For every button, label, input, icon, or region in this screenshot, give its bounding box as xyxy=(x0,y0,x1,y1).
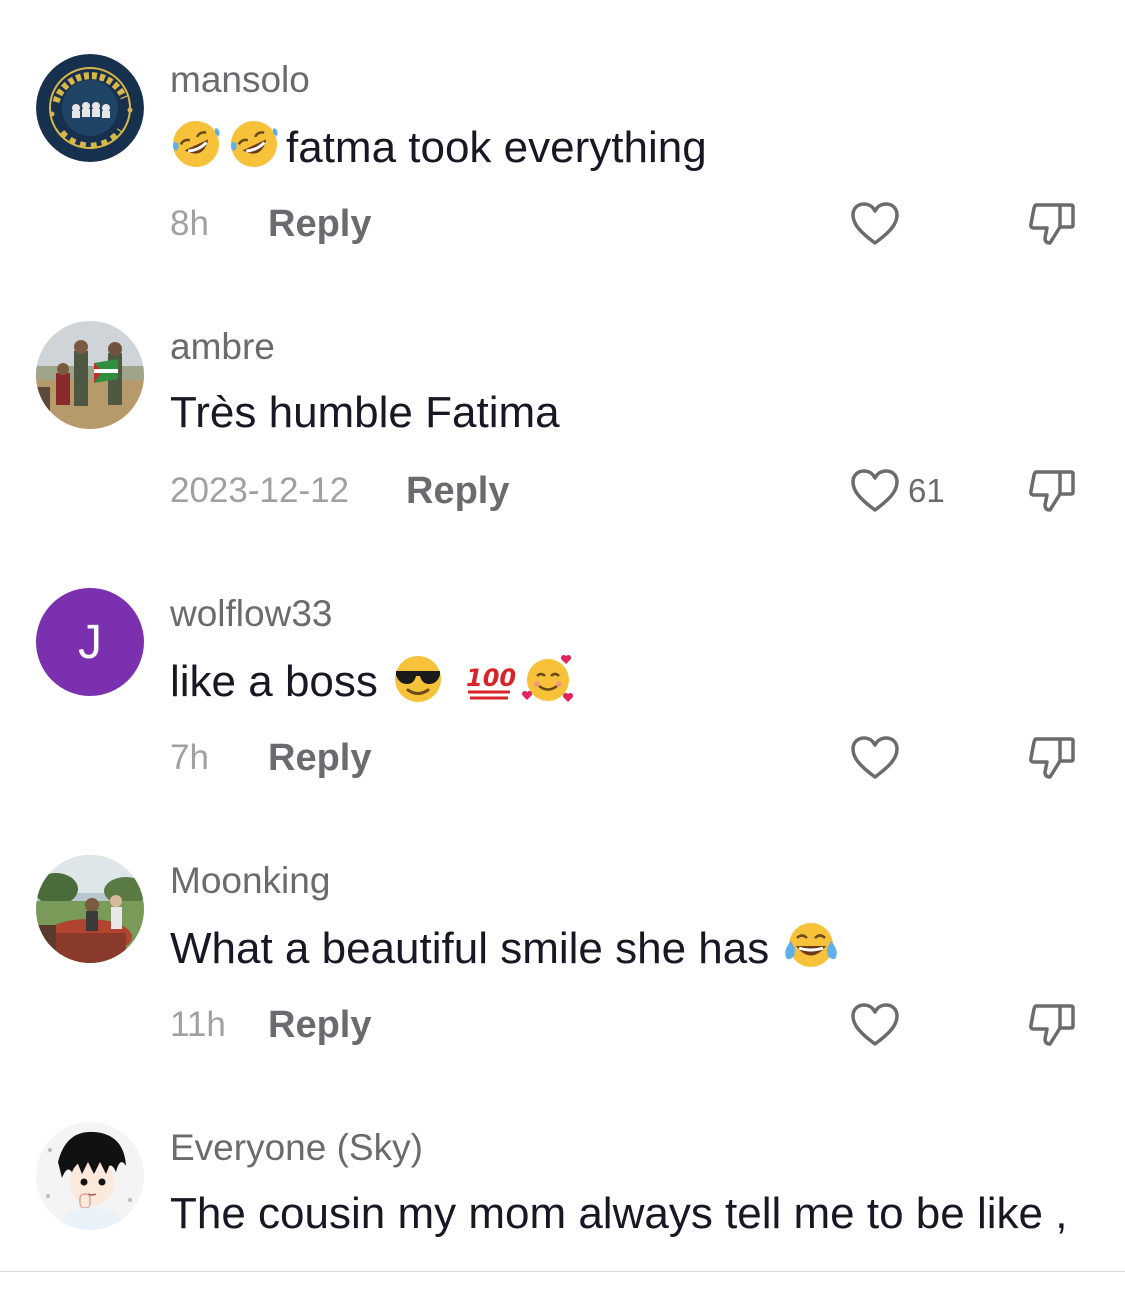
face-with-tears-of-joy-icon xyxy=(783,919,837,971)
heart-icon xyxy=(851,1003,899,1046)
rolling-on-floor-laughing-icon xyxy=(228,118,280,170)
avatar-badge-image xyxy=(36,54,144,162)
reply-button[interactable]: Reply xyxy=(268,200,371,248)
dislike-button[interactable] xyxy=(1026,467,1078,515)
comment-text: like a boss 100 xyxy=(170,652,580,710)
comment-meta: 7h Reply xyxy=(170,734,1075,782)
comment-timestamp: 11h xyxy=(170,1005,226,1044)
reply-button[interactable]: Reply xyxy=(268,1001,371,1049)
rolling-on-floor-laughing-icon xyxy=(170,118,222,170)
avatar[interactable] xyxy=(36,54,144,162)
comment-item: J wolflow33 like a boss 100 7h Reply xyxy=(0,534,1125,801)
comment-text: fatma took everything xyxy=(170,118,707,176)
dislike-button[interactable] xyxy=(1026,200,1078,248)
comment-item: Moonking What a beautiful smile she has … xyxy=(0,801,1125,1068)
comment-item: ambre Très humble Fatima 2023-12-12 Repl… xyxy=(0,267,1125,534)
comment-item: Everyone (Sky) The cousin my mom always … xyxy=(0,1068,1125,1271)
like-button[interactable] xyxy=(850,1001,900,1049)
comment-text-content: What a beautiful smile she has xyxy=(170,924,770,973)
avatar-photo-image xyxy=(36,321,144,429)
comment-timestamp: 2023-12-12 xyxy=(170,471,350,510)
like-button[interactable] xyxy=(850,200,900,248)
dislike-button[interactable] xyxy=(1026,734,1078,782)
svg-text:100: 100 xyxy=(466,664,516,692)
heart-icon xyxy=(851,736,899,779)
avatar[interactable]: J xyxy=(36,588,144,696)
comment-timestamp: 8h xyxy=(170,204,209,243)
bottom-bar xyxy=(0,1272,1125,1295)
comment-meta: 8h Reply xyxy=(170,200,1075,248)
comments-list: mansolo fatma took everything 8h Reply a… xyxy=(0,0,1125,1271)
smiling-face-with-hearts-icon xyxy=(521,652,574,704)
comment-username[interactable]: wolflow33 xyxy=(170,592,332,636)
comment-timestamp: 7h xyxy=(170,738,209,777)
thumbs-down-icon xyxy=(1029,470,1075,512)
comment-meta: 11h Reply xyxy=(170,1001,1075,1049)
comment-username[interactable]: ambre xyxy=(170,325,275,369)
like-count: 61 xyxy=(908,472,945,509)
dislike-button[interactable] xyxy=(1026,1001,1078,1049)
heart-icon xyxy=(851,202,899,245)
avatar[interactable] xyxy=(36,1122,144,1230)
comment-text: Très humble Fatima xyxy=(170,385,560,441)
thumbs-down-icon xyxy=(1029,737,1075,779)
comment-text-content: fatma took everything xyxy=(286,123,707,172)
reply-button[interactable]: Reply xyxy=(268,734,371,782)
like-button[interactable]: 61 xyxy=(850,467,945,515)
comment-username[interactable]: Everyone (Sky) xyxy=(170,1126,423,1170)
avatar[interactable] xyxy=(36,855,144,963)
like-button[interactable] xyxy=(850,734,900,782)
avatar-letter: J xyxy=(36,588,144,696)
hundred-points-icon: 100 xyxy=(464,652,516,704)
comment-username[interactable]: Moonking xyxy=(170,859,330,903)
comment-item: mansolo fatma took everything 8h Reply xyxy=(0,0,1125,267)
thumbs-down-icon xyxy=(1029,1004,1075,1046)
avatar-photo-image xyxy=(36,855,144,963)
comment-meta: 2023-12-12 Reply 61 xyxy=(170,467,1075,515)
comment-username[interactable]: mansolo xyxy=(170,58,310,102)
comment-text: What a beautiful smile she has xyxy=(170,919,841,977)
smiling-face-with-sunglasses-icon xyxy=(392,652,444,704)
avatar-anime-image xyxy=(36,1122,144,1230)
comment-text-content: like a boss xyxy=(170,657,378,706)
avatar[interactable] xyxy=(36,321,144,429)
comment-text: The cousin my mom always tell me to be l… xyxy=(170,1186,1070,1242)
comment-text-content: Très humble Fatima xyxy=(170,388,560,437)
comment-text-content: The cousin my mom always tell me to be l… xyxy=(170,1189,1068,1238)
heart-icon xyxy=(851,469,899,512)
thumbs-down-icon xyxy=(1029,203,1075,245)
reply-button[interactable]: Reply xyxy=(406,467,509,515)
